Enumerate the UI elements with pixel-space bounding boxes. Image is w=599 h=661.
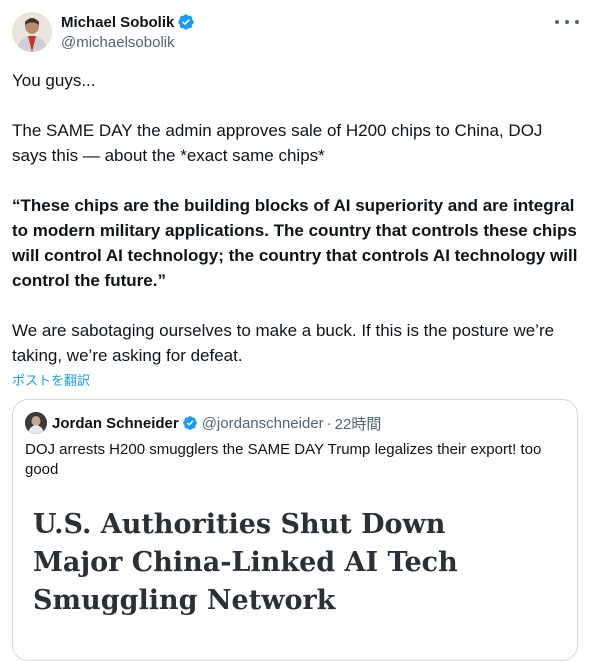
profile-photo [12, 12, 52, 52]
article-headline: U.S. Authorities Shut Down Major China-L… [33, 509, 458, 616]
tweet-author: Michael Sobolik @michaelsobolik [61, 12, 195, 51]
quoted-author-handle: @jordanschneider [201, 414, 324, 432]
verified-badge-icon [182, 416, 197, 430]
tweet-paragraph: The SAME DAY the admin approves sale of … [12, 121, 543, 165]
tweet-text: You guys... The SAME DAY the admin appro… [12, 68, 582, 393]
verified-badge-icon [178, 14, 195, 30]
quoted-tweet-text: DOJ arrests H200 smugglers the SAME DAY … [25, 441, 542, 478]
translate-post-link[interactable]: ポストを翻訳 [12, 370, 90, 389]
quoted-author-name: Jordan Schneider [52, 414, 179, 432]
more-options-icon[interactable] [555, 12, 579, 32]
quoted-tweet-header: Jordan Schneider @jordanschneider · 22時間 [25, 412, 381, 434]
author-handle[interactable]: @michaelsobolik [61, 34, 195, 51]
tweet-quote-paragraph: “These chips are the building blocks of … [12, 196, 578, 290]
avatar[interactable] [12, 12, 52, 52]
quoted-tweet-card[interactable]: Jordan Schneider @jordanschneider · 22時間… [12, 399, 578, 661]
author-name[interactable]: Michael Sobolik [61, 14, 174, 31]
quoted-profile-photo [25, 412, 47, 434]
quoted-timestamp: 22時間 [334, 415, 382, 433]
quoted-author-avatar [25, 412, 47, 434]
separator-dot: · [326, 414, 332, 432]
tweet-paragraph: You guys... [12, 71, 96, 90]
quoted-media-image[interactable]: U.S. Authorities Shut Down Major China-L… [13, 500, 577, 660]
tweet-paragraph: We are sabotaging ourselves to make a bu… [12, 321, 555, 365]
